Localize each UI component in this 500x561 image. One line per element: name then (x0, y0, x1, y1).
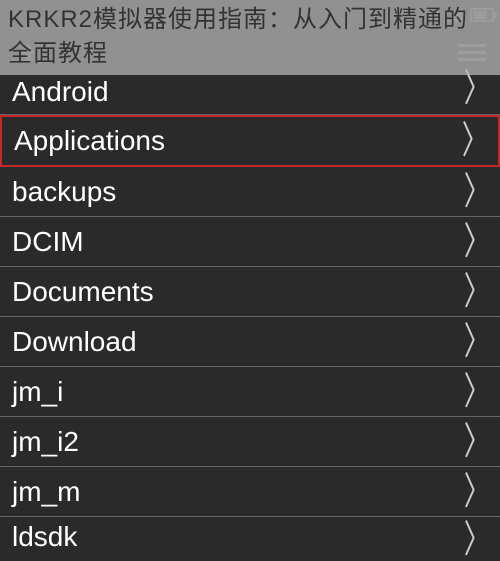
folder-item[interactable]: Download 〉 (0, 317, 500, 367)
folder-item[interactable]: backups 〉 (0, 167, 500, 217)
chevron-right-icon: 〉 (464, 323, 491, 361)
chevron-right-icon: 〉 (464, 373, 491, 411)
folder-label: Applications (14, 125, 165, 157)
folder-label: Download (12, 326, 137, 358)
folder-item[interactable]: jm_i2 〉 (0, 417, 500, 467)
folder-list: Android〉Applications〉backups〉DCIM〉Docume… (0, 75, 500, 555)
overlay-title: KRKR2模拟器使用指南：从入门到精通的全面教程 (0, 0, 500, 75)
folder-label: jm_i (12, 376, 63, 408)
chevron-right-icon: 〉 (462, 122, 489, 160)
folder-item[interactable]: Applications 〉 (0, 115, 500, 167)
folder-item[interactable]: jm_m 〉 (0, 467, 500, 517)
folder-label: DCIM (12, 226, 84, 258)
chevron-right-icon: 〉 (464, 70, 491, 108)
chevron-right-icon: 〉 (464, 273, 491, 311)
folder-item[interactable]: DCIM 〉 (0, 217, 500, 267)
chevron-right-icon: 〉 (464, 423, 491, 461)
folder-label: ldsdk (12, 521, 77, 553)
chevron-right-icon: 〉 (464, 223, 491, 261)
folder-label: backups (12, 176, 116, 208)
chevron-right-icon: 〉 (464, 473, 491, 511)
chevron-right-icon: 〉 (464, 521, 491, 559)
folder-label: Documents (12, 276, 154, 308)
folder-item[interactable]: ldsdk〉 (0, 517, 500, 555)
folder-item[interactable]: Android〉 (0, 75, 500, 115)
folder-label: jm_m (12, 476, 80, 508)
folder-label: jm_i2 (12, 426, 79, 458)
folder-item[interactable]: Documents 〉 (0, 267, 500, 317)
folder-item[interactable]: jm_i 〉 (0, 367, 500, 417)
folder-label: Android (12, 76, 109, 108)
chevron-right-icon: 〉 (464, 173, 491, 211)
